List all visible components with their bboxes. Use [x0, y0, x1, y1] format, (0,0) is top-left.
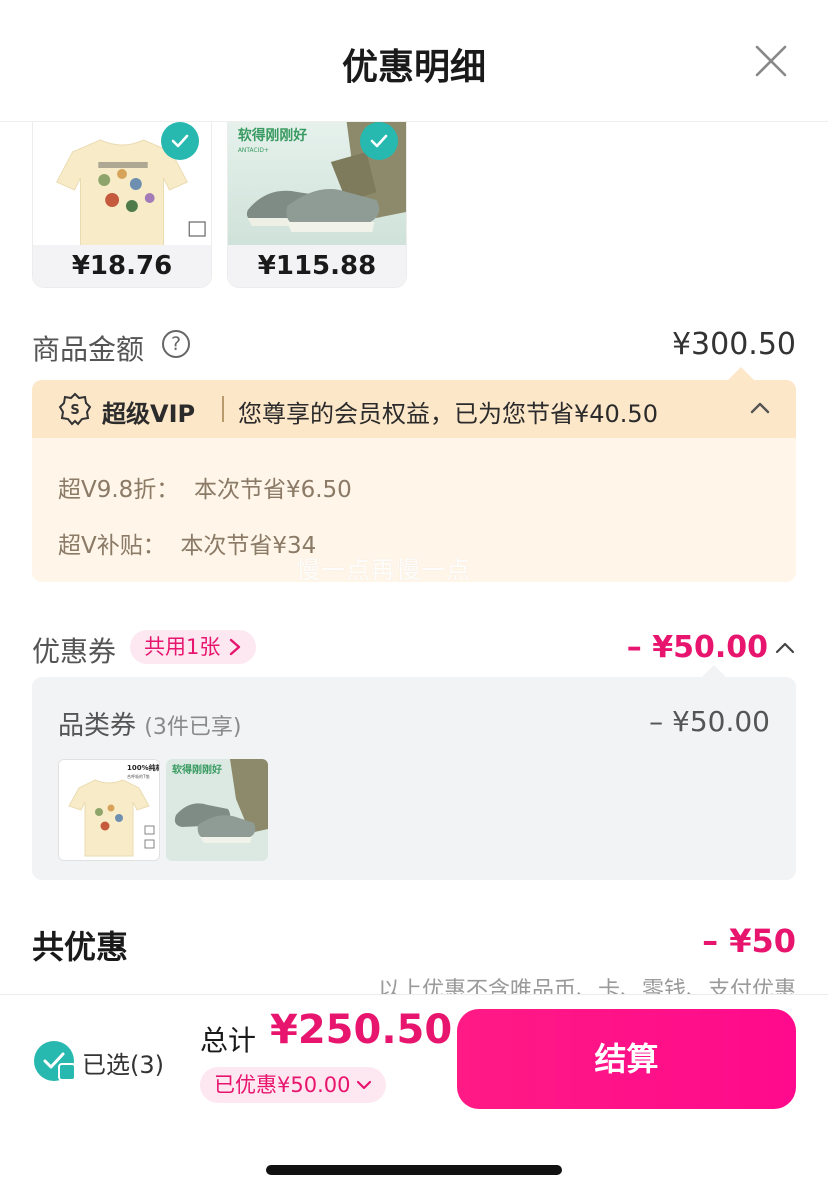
close-icon[interactable] [754, 44, 788, 78]
category-coupon-name: 品类券 (3件已享) [58, 705, 241, 742]
discount-detail-sheet: 优惠明细 ¥18.76 软得刚刚好 ANTACID+ ¥115.88 商品金额 … [0, 0, 828, 1194]
chevron-right-icon [230, 638, 241, 656]
category-coupon-label: 品类券 [58, 711, 137, 741]
vip-name: 超级VIP [102, 400, 196, 428]
coupon-count-tag[interactable]: 共用1张 [130, 630, 257, 664]
total-amount: ¥250.50 [270, 1007, 453, 1053]
vip-description: 您尊享的会员权益，已为您节省¥40.50 [238, 400, 658, 428]
vip-line-value: 本次节省¥6.50 [193, 477, 352, 503]
category-coupon-count: (3件已享) [144, 715, 242, 740]
total-label: 总计 [200, 1024, 257, 1057]
watermark-text: 慢一点再慢一点 [296, 556, 471, 584]
chevron-down-icon [357, 1080, 372, 1090]
category-coupon-amount: – ¥50.00 [649, 705, 770, 738]
coupon-label: 优惠券 [32, 635, 117, 668]
tshirt-badge-text: 100%纯棉 [127, 763, 159, 772]
checkout-footer: 已选(3) 总计 ¥250.50 已优惠¥50.00 结算 [0, 994, 828, 1194]
selected-check-icon[interactable] [360, 122, 398, 160]
discount-summary-text: 已优惠¥50.00 [214, 1073, 351, 1097]
product-thumbnail[interactable]: 软得刚刚好 [166, 759, 268, 861]
shoe-ad-subtext: ANTACID+ [238, 147, 269, 154]
sheet-title: 优惠明细 [341, 47, 486, 88]
home-indicator [266, 1165, 562, 1175]
product-price: ¥18.76 [33, 245, 211, 287]
product-price: ¥115.88 [228, 245, 406, 287]
product-thumbnail[interactable]: 100%纯棉 合呼吸的T恤 [58, 759, 160, 861]
discount-summary-pill[interactable]: 已优惠¥50.00 [200, 1067, 387, 1103]
coupon-pointer [702, 665, 726, 677]
question-circle-icon[interactable]: ? [162, 330, 190, 358]
vip-divider [222, 396, 224, 422]
detail-scroll-area[interactable]: ¥18.76 软得刚刚好 ANTACID+ ¥115.88 商品金额 ? ¥30… [0, 122, 828, 994]
product-card[interactable]: ¥18.76 [32, 122, 212, 288]
sheet-header: 优惠明细 [0, 0, 828, 122]
vip-line-label: 超V9.8折： [58, 477, 180, 503]
vip-line-label: 超V补贴： [58, 533, 166, 559]
shoe-thumb-text: 软得刚刚好 [172, 763, 222, 776]
vip-pointer [728, 367, 754, 380]
chevron-up-icon[interactable] [748, 396, 772, 420]
selected-check-icon[interactable] [161, 122, 199, 160]
vip-header[interactable]: S 超级VIP 您尊享的会员权益，已为您节省¥40.50 [32, 380, 796, 438]
svg-text:S: S [70, 403, 79, 418]
selected-count: 已选(3) [82, 1051, 164, 1079]
shoe-ad-text: 软得刚刚好 [238, 127, 307, 144]
tshirt-thumbnail-image: 100%纯棉 合呼吸的T恤 [59, 760, 159, 860]
chevron-up-icon[interactable] [774, 637, 796, 659]
total-discount-label: 共优惠 [32, 928, 129, 966]
category-coupon-panel: 品类券 (3件已享) – ¥50.00 100%纯棉 合呼吸的T恤 [32, 677, 796, 880]
vip-subsidy-line: 超V补贴： 本次节省¥34 [58, 526, 316, 560]
shoes-thumbnail-image: 软得刚刚好 [166, 759, 268, 861]
discount-note: 以上优惠不含唯品币、卡、零钱、支付优惠 [377, 978, 796, 994]
goods-amount-value: ¥300.50 [671, 327, 796, 362]
vip-shield-icon: S [58, 392, 92, 426]
total-discount-amount: – ¥50 [702, 922, 796, 960]
goods-amount-label: 商品金额 [32, 333, 145, 366]
checkout-button[interactable]: 结算 [457, 1009, 796, 1109]
coupon-tag-text: 共用1张 [144, 635, 221, 659]
lock-icon [58, 1063, 76, 1081]
vip-discount-line: 超V9.8折： 本次节省¥6.50 [58, 470, 352, 504]
tshirt-badge-subtext: 合呼吸的T恤 [127, 773, 149, 779]
product-card[interactable]: 软得刚刚好 ANTACID+ ¥115.88 [227, 122, 407, 288]
coupon-amount: – ¥50.00 [626, 630, 768, 665]
